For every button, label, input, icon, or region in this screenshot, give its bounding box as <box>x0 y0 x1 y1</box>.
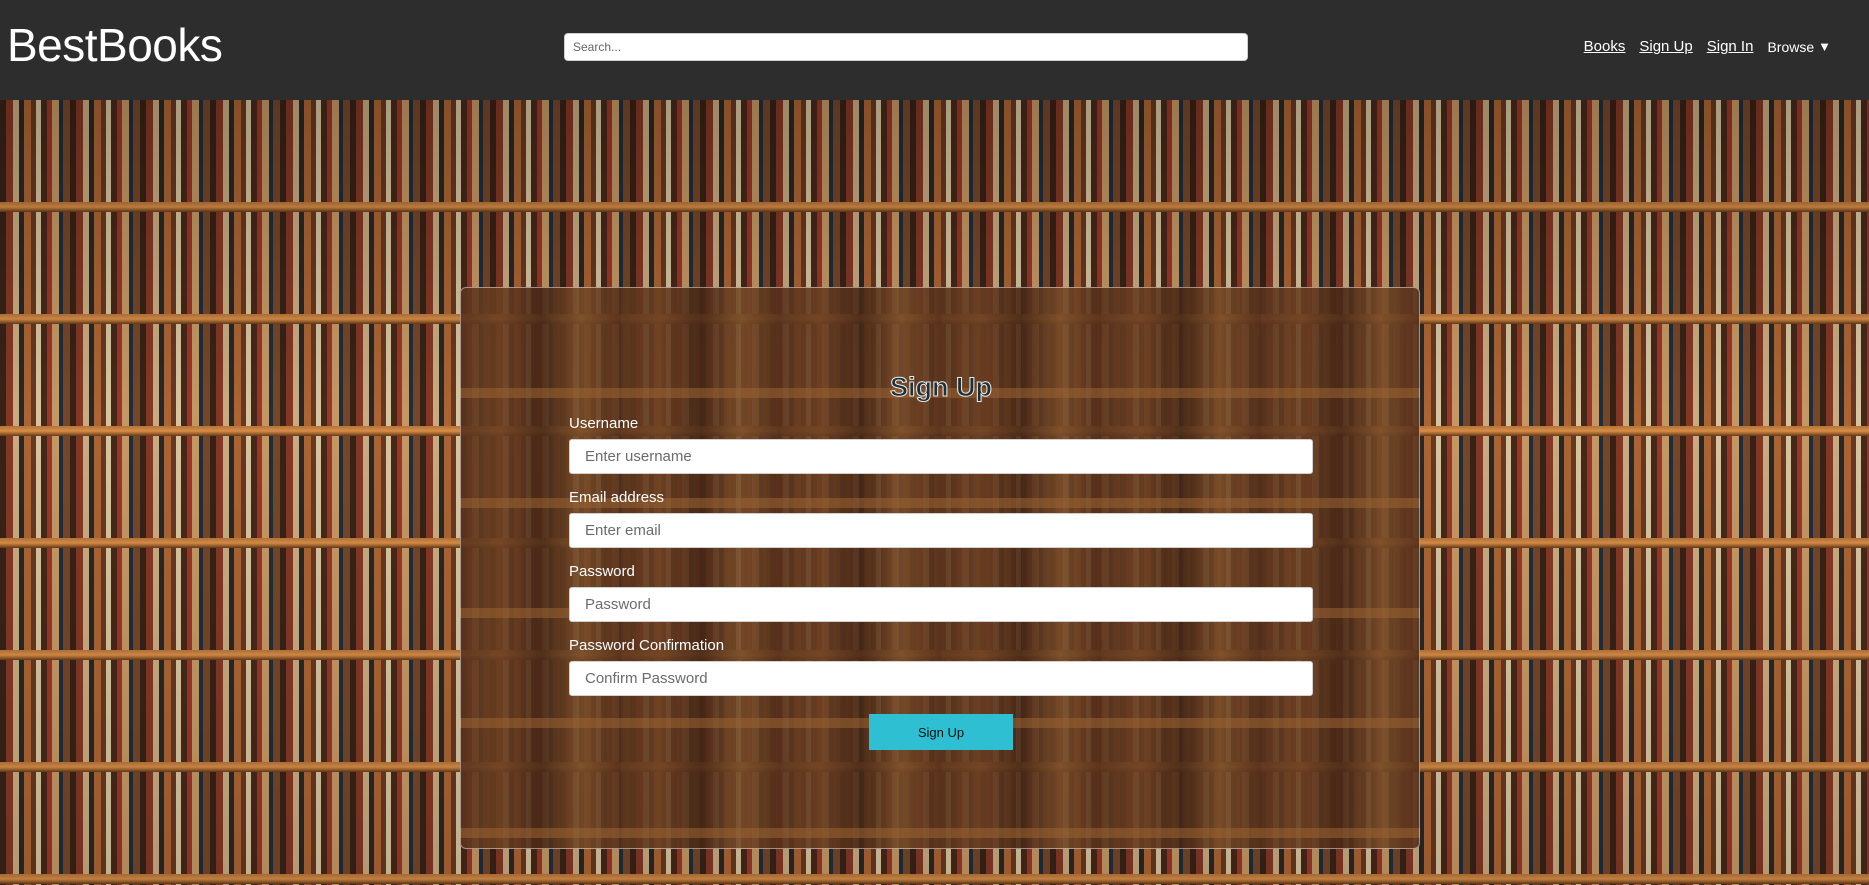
username-label: Username <box>569 415 639 432</box>
nav-books-link[interactable]: Books <box>1584 38 1626 55</box>
sign-up-card: Sign Up Username Email address Password … <box>460 287 1420 849</box>
password-confirmation-label: Password Confirmation <box>569 637 725 654</box>
email-input[interactable] <box>569 513 1313 548</box>
password-confirmation-input[interactable] <box>569 661 1313 696</box>
username-input[interactable] <box>569 439 1313 474</box>
browse-dropdown[interactable]: Browse ▼ <box>1767 39 1831 55</box>
search-input[interactable] <box>564 33 1248 61</box>
password-label: Password <box>569 563 635 580</box>
nav-links: Books Sign Up Sign In Browse ▼ <box>1584 38 1831 55</box>
form-title: Sign Up <box>890 372 993 403</box>
email-label: Email address <box>569 489 665 506</box>
browse-label: Browse <box>1767 38 1815 55</box>
caret-down-icon: ▼ <box>1818 39 1831 54</box>
sign-up-button[interactable]: Sign Up <box>869 714 1013 750</box>
nav-sign-in-link[interactable]: Sign In <box>1707 38 1754 55</box>
nav-sign-up-link[interactable]: Sign Up <box>1639 38 1692 55</box>
site-brand-logo[interactable]: BestBooks <box>7 18 223 72</box>
top-navigation-bar: BestBooks Books Sign Up Sign In Browse ▼ <box>0 0 1869 100</box>
password-input[interactable] <box>569 587 1313 622</box>
